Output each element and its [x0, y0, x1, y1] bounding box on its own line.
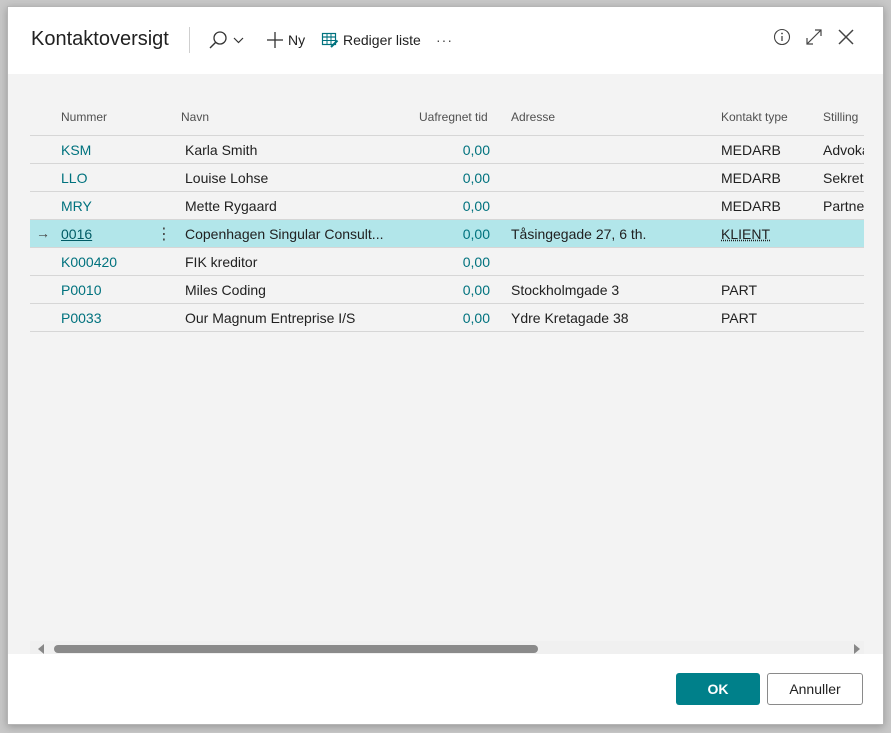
contact-balance[interactable]: 0,00: [410, 226, 490, 242]
edit-list-label: Rediger liste: [343, 32, 421, 48]
ok-button[interactable]: OK: [676, 673, 760, 705]
contact-overview-dialog: Kontaktoversigt Ny Rediger liste ··· Num…: [7, 6, 884, 725]
info-icon[interactable]: [773, 28, 791, 46]
contact-balance[interactable]: 0,00: [410, 282, 490, 298]
contact-balance[interactable]: 0,00: [410, 254, 490, 270]
page-title: Kontaktoversigt: [31, 28, 169, 50]
contact-number[interactable]: P0033: [61, 310, 101, 326]
contact-address: Tåsingegade 27, 6 th.: [511, 226, 647, 242]
table-row[interactable]: P0033 Our Magnum Entreprise I/S 0,00 Ydr…: [30, 304, 864, 332]
more-icon: ···: [436, 32, 453, 48]
contact-number[interactable]: P0010: [61, 282, 101, 298]
contact-balance[interactable]: 0,00: [410, 142, 490, 158]
contact-balance[interactable]: 0,00: [410, 170, 490, 186]
contact-name: Louise Lohse: [185, 170, 269, 186]
table-row[interactable]: K000420 FIK kreditor 0,00: [30, 248, 864, 276]
table-row[interactable]: P0010 Miles Coding 0,00 Stockholmgade 3 …: [30, 276, 864, 304]
contact-job: Sekretær: [823, 170, 864, 186]
search-button[interactable]: [208, 29, 246, 51]
contact-type: PART: [721, 282, 758, 298]
column-header-address[interactable]: Adresse: [511, 110, 555, 124]
contact-number[interactable]: 0016: [61, 226, 92, 242]
scrollbar-thumb[interactable]: [54, 645, 538, 653]
more-actions-button[interactable]: ···: [436, 29, 453, 51]
contact-number[interactable]: MRY: [61, 198, 92, 214]
contact-name: Mette Rygaard: [185, 198, 277, 214]
table-row[interactable]: MRY Mette Rygaard 0,00 MEDARB Partner: [30, 192, 864, 220]
dialog-footer: OK Annuller: [8, 654, 883, 724]
contact-name: Copenhagen Singular Consult...: [185, 226, 384, 242]
contact-balance[interactable]: 0,00: [410, 198, 490, 214]
table-header: Nummer Navn Uafregnet tid Adresse Kontak…: [30, 96, 864, 136]
column-header-type[interactable]: Kontakt type: [721, 110, 788, 124]
contact-address: Stockholmgade 3: [511, 282, 620, 298]
contact-type: MEDARB: [721, 142, 781, 158]
contact-name: FIK kreditor: [185, 254, 258, 270]
table-row[interactable]: LLO Louise Lohse 0,00 MEDARB Sekretær: [30, 164, 864, 192]
title-divider: [189, 27, 190, 53]
contact-type: KLIENT: [721, 226, 771, 242]
new-button[interactable]: Ny: [265, 29, 305, 51]
plus-icon: [267, 32, 283, 48]
contact-number[interactable]: LLO: [61, 170, 87, 186]
contact-name: Karla Smith: [185, 142, 258, 158]
selected-row-arrow-icon: →: [36, 225, 50, 241]
contact-table: Nummer Navn Uafregnet tid Adresse Kontak…: [30, 96, 864, 332]
contact-type: PART: [721, 310, 758, 326]
list-content: Nummer Navn Uafregnet tid Adresse Kontak…: [8, 74, 883, 657]
edit-list-icon: [321, 32, 339, 48]
scroll-right-arrow-icon[interactable]: [854, 644, 860, 654]
contact-type: MEDARB: [721, 170, 781, 186]
new-button-label: Ny: [288, 32, 306, 48]
column-header-balance[interactable]: Uafregnet tid: [419, 110, 488, 124]
contact-number[interactable]: KSM: [61, 142, 91, 158]
scroll-left-arrow-icon[interactable]: [38, 644, 44, 654]
contact-balance[interactable]: 0,00: [410, 310, 490, 326]
column-header-number[interactable]: Nummer: [61, 110, 107, 124]
contact-name: Miles Coding: [185, 282, 266, 298]
contact-type: MEDARB: [721, 198, 781, 214]
row-menu-icon[interactable]: ⋮: [156, 224, 172, 244]
search-icon: [209, 31, 244, 49]
cancel-button[interactable]: Annuller: [767, 673, 863, 705]
contact-job: Partner: [823, 198, 864, 214]
contact-address: Ydre Kretagade 38: [511, 310, 629, 326]
column-header-job[interactable]: Stilling: [823, 110, 858, 124]
close-icon[interactable]: [837, 28, 855, 46]
contact-number[interactable]: K000420: [61, 254, 117, 270]
contact-name: Our Magnum Entreprise I/S: [185, 310, 356, 326]
expand-icon[interactable]: [805, 28, 823, 46]
edit-list-button[interactable]: Rediger liste: [321, 29, 421, 51]
table-row-selected[interactable]: → 0016 ⋮ Copenhagen Singular Consult... …: [30, 220, 864, 248]
table-row[interactable]: KSM Karla Smith 0,00 MEDARB Advokat: [30, 136, 864, 164]
dialog-header: Kontaktoversigt Ny Rediger liste ···: [8, 7, 883, 74]
column-header-name[interactable]: Navn: [181, 110, 209, 124]
contact-job: Advokat: [823, 142, 864, 158]
